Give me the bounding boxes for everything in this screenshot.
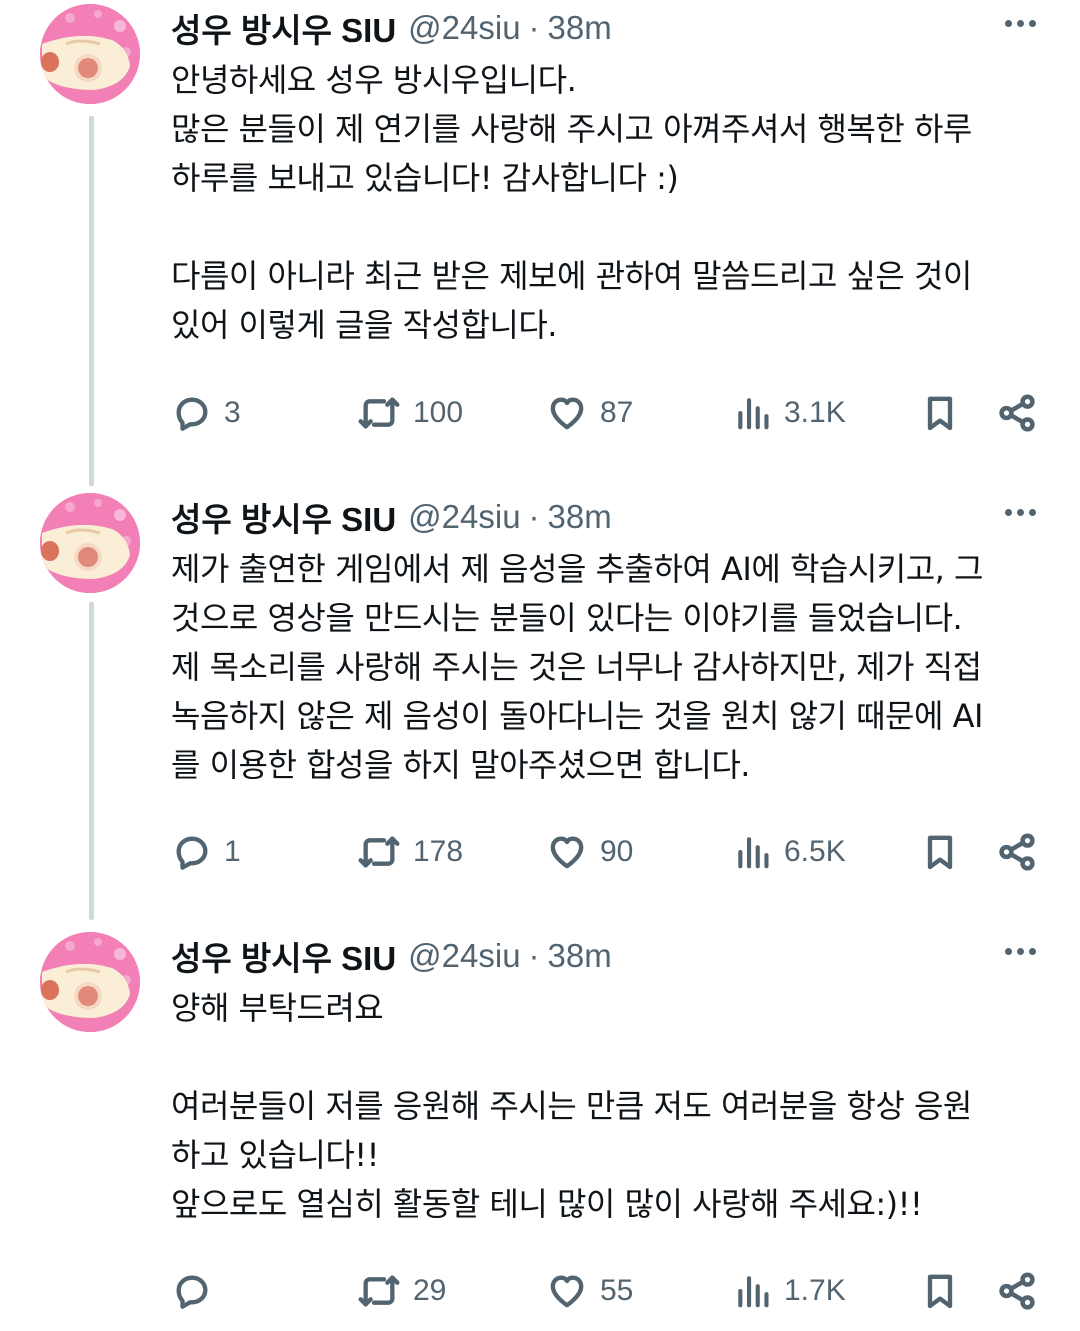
- views-count: 3.1K: [784, 396, 846, 429]
- reply-bubble-icon: [176, 836, 208, 870]
- like-count: 87: [600, 396, 634, 429]
- tweet-actions: 3 100 87 3.1K: [0, 388, 1080, 438]
- reply-count: 3: [224, 396, 241, 429]
- repost-button[interactable]: 100: [357, 388, 463, 438]
- more-options-button[interactable]: [1005, 948, 1036, 955]
- repost-arrows-icon: [358, 836, 400, 868]
- more-horizontal-icon-dot: [1017, 948, 1024, 955]
- share-button[interactable]: [996, 1266, 1038, 1316]
- author-name[interactable]: 성우 방시우 SIU: [171, 932, 396, 980]
- bookmark-button[interactable]: [920, 1266, 960, 1316]
- more-horizontal-icon-dot: [1017, 20, 1024, 27]
- repost-arrows-icon: [358, 1275, 400, 1307]
- reply-count: 1: [224, 835, 241, 868]
- avatar[interactable]: [40, 4, 140, 104]
- author-handle[interactable]: @24siu: [408, 9, 520, 47]
- repost-button[interactable]: 29: [357, 1266, 446, 1316]
- share-icon: [999, 394, 1035, 432]
- separator-dot: ·: [528, 498, 540, 535]
- bookmark-button[interactable]: [920, 388, 960, 438]
- heart-icon: [550, 397, 584, 430]
- tweet-text-line: 녹음하지 않은 제 음성이 돌아다니는 것을 원치 않기 때문에 AI: [171, 697, 983, 735]
- more-options-button[interactable]: [1005, 20, 1036, 27]
- reply-button[interactable]: 3: [172, 388, 241, 438]
- more-horizontal-icon-dot: [1029, 20, 1036, 27]
- tweet-text-line: 있어 이렇게 글을 작성합니다.: [171, 306, 557, 344]
- tweet-text-line: 여러분들이 저를 응원해 주시는 만큼 저도 여러분을 항상 응원: [171, 1087, 972, 1125]
- more-horizontal-icon-dot: [1017, 509, 1024, 516]
- like-count: 55: [600, 1274, 634, 1307]
- tweet-text: 안녕하세요 성우 방시우입니다. 많은 분들이 제 연기를 사랑해 주시고 아껴주…: [171, 56, 1051, 350]
- tweet-text: 양해 부탁드려요여러분들이 저를 응원해 주시는 만큼 저도 여러분을 항상 응…: [171, 984, 1051, 1229]
- more-horizontal-icon-dot: [1029, 509, 1036, 516]
- tweet-actions: 29 55 1.7K: [0, 1266, 1080, 1316]
- tweet-header: 성우 방시우 SIU @24siu · 38m: [171, 493, 612, 541]
- tweet-text-line: 하고 있습니다!!: [171, 1136, 379, 1174]
- views-count: 1.7K: [784, 1274, 846, 1307]
- repost-count: 100: [413, 396, 464, 429]
- like-button[interactable]: 90: [546, 827, 633, 877]
- tweet-actions: 1 178 90 6.5K: [0, 827, 1080, 877]
- reply-button[interactable]: [172, 1266, 224, 1316]
- paragraph-break: [171, 203, 1051, 252]
- author-handle[interactable]: @24siu: [408, 498, 520, 536]
- views-bar-chart-icon: [738, 398, 769, 430]
- bookmark-icon: [927, 835, 953, 870]
- views-bar-chart-icon: [738, 837, 769, 869]
- views-button[interactable]: 3.1K: [734, 388, 846, 438]
- heart-icon: [550, 1275, 584, 1308]
- tweet-text-line: 다름이 아니라 최근 받은 제보에 관하여 말씀드리고 싶은 것이: [171, 257, 972, 295]
- views-button[interactable]: 1.7K: [734, 1266, 846, 1316]
- views-bar-chart-icon: [738, 1276, 769, 1308]
- heart-icon: [550, 836, 584, 869]
- avatar[interactable]: [40, 493, 140, 593]
- reply-bubble-icon: [176, 1275, 208, 1309]
- repost-count: 29: [413, 1274, 447, 1307]
- author-name[interactable]: 성우 방시우 SIU: [171, 4, 396, 52]
- separator-dot: ·: [528, 937, 540, 974]
- like-count: 90: [600, 835, 634, 868]
- share-icon: [999, 833, 1035, 871]
- bookmark-icon: [927, 396, 953, 431]
- like-button[interactable]: 87: [546, 388, 633, 438]
- more-horizontal-icon: [1005, 20, 1012, 27]
- tweet-header: 성우 방시우 SIU @24siu · 38m: [171, 4, 612, 52]
- bookmark-button[interactable]: [920, 827, 960, 877]
- author-name[interactable]: 성우 방시우 SIU: [171, 493, 396, 541]
- repost-arrows-icon: [358, 397, 400, 429]
- views-count: 6.5K: [784, 835, 846, 868]
- more-horizontal-icon-dot: [1029, 948, 1036, 955]
- views-button[interactable]: 6.5K: [734, 827, 846, 877]
- bookmark-icon: [927, 1274, 953, 1309]
- tweet-timestamp[interactable]: 38m: [548, 937, 612, 975]
- repost-count: 178: [413, 835, 464, 868]
- share-icon: [999, 1272, 1035, 1310]
- tweet-text-line: 양해 부탁드려요: [171, 989, 384, 1027]
- more-horizontal-icon: [1005, 509, 1012, 516]
- tweet-text-line: 를 이용한 합성을 하지 말아주셨으면 합니다.: [171, 746, 750, 784]
- tweet-text-line: 제가 출연한 게임에서 제 음성을 추출하여 AI에 학습시키고, 그: [171, 550, 983, 588]
- paragraph-break: [171, 1033, 1051, 1082]
- like-button[interactable]: 55: [546, 1266, 633, 1316]
- separator-dot: ·: [528, 9, 540, 46]
- more-horizontal-icon: [1005, 948, 1012, 955]
- avatar[interactable]: [40, 932, 140, 1032]
- tweet-timestamp[interactable]: 38m: [548, 498, 612, 536]
- author-handle[interactable]: @24siu: [408, 937, 520, 975]
- tweet-text-line: 많은 분들이 제 연기를 사랑해 주시고 아껴주셔서 행복한 하루: [171, 110, 972, 148]
- more-options-button[interactable]: [1005, 509, 1036, 516]
- share-button[interactable]: [996, 388, 1038, 438]
- tweet-text-line: 것으로 영상을 만드시는 분들이 있다는 이야기를 들었습니다.: [171, 599, 963, 637]
- tweet-text-line: 하루를 보내고 있습니다! 감사합니다 :): [171, 159, 679, 197]
- tweet-timestamp[interactable]: 38m: [548, 9, 612, 47]
- reply-button[interactable]: 1: [172, 827, 241, 877]
- tweet-text-line: 안녕하세요 성우 방시우입니다.: [171, 61, 577, 99]
- share-button[interactable]: [996, 827, 1038, 877]
- tweet-header: 성우 방시우 SIU @24siu · 38m: [171, 932, 612, 980]
- repost-button[interactable]: 178: [357, 827, 463, 877]
- tweet-text-line: 제 목소리를 사랑해 주시는 것은 너무나 감사하지만, 제가 직접: [171, 648, 982, 686]
- tweet-text: 제가 출연한 게임에서 제 음성을 추출하여 AI에 학습시키고, 그것으로 영…: [171, 545, 1051, 790]
- tweet-text-line: 앞으로도 열심히 활동할 테니 많이 많이 사랑해 주세요:)!!: [171, 1185, 923, 1223]
- reply-bubble-icon: [176, 397, 208, 431]
